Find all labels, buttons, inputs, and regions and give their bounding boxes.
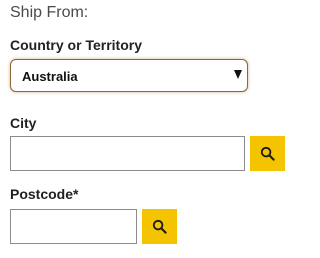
country-select[interactable]: Australia <box>10 59 248 92</box>
dropdown-arrow-icon <box>234 70 242 79</box>
country-selected-value: Australia <box>22 69 78 84</box>
search-icon <box>260 146 275 161</box>
postcode-search-button[interactable] <box>142 209 177 244</box>
city-label: City <box>10 115 37 131</box>
city-search-button[interactable] <box>250 136 285 171</box>
search-icon <box>152 219 167 234</box>
city-input[interactable] <box>10 136 245 171</box>
postcode-input[interactable] <box>10 209 137 244</box>
postcode-label: Postcode* <box>10 186 79 202</box>
country-label: Country or Territory <box>10 37 142 53</box>
ship-from-title: Ship From: <box>10 4 89 21</box>
